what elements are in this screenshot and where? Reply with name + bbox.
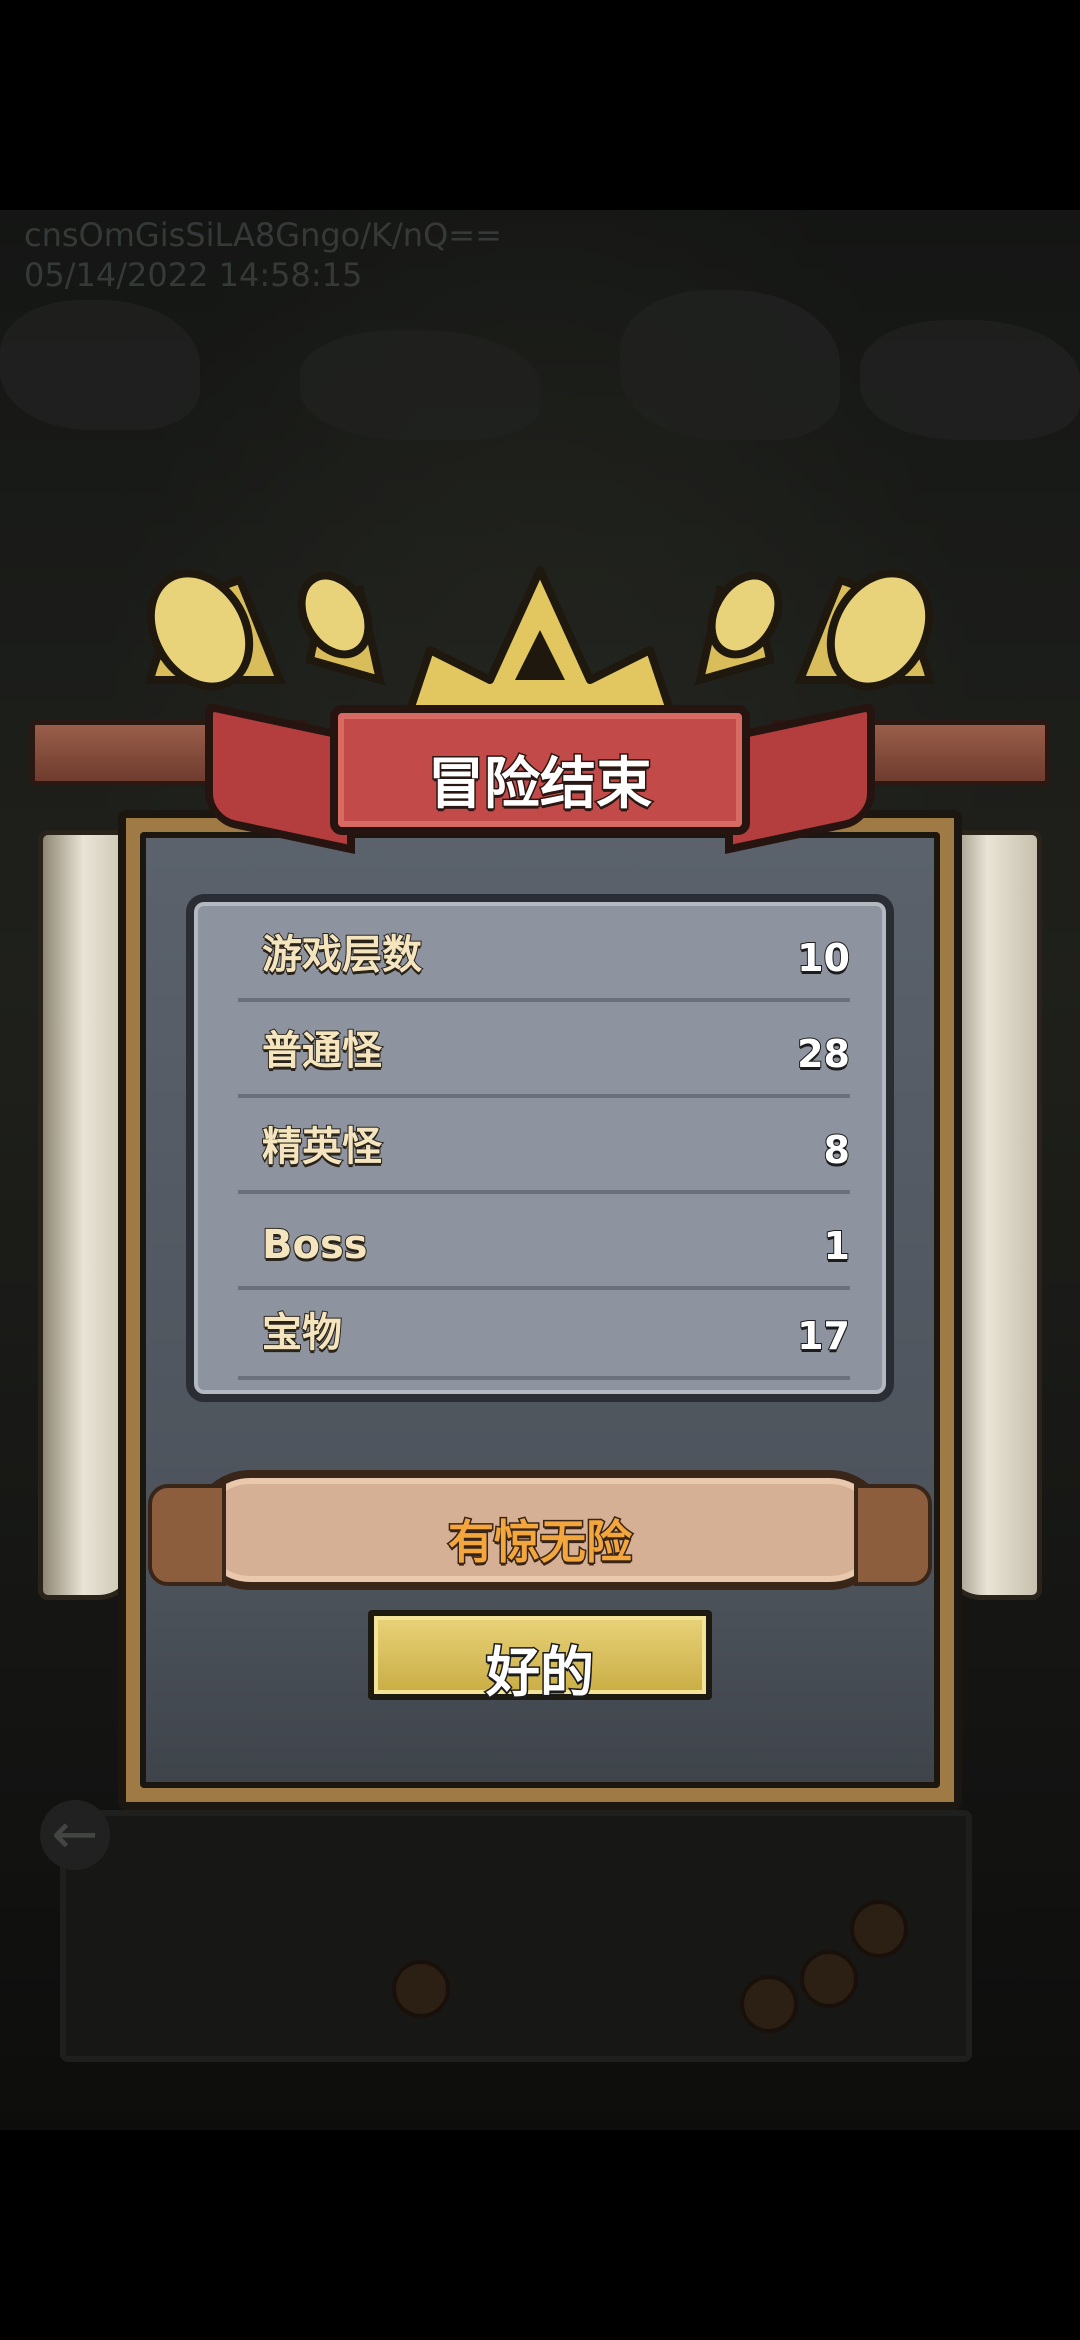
rating-banner: 有惊无险	[148, 1470, 932, 1590]
stat-value: 10	[796, 935, 851, 981]
ok-button[interactable]: 好的	[368, 1610, 712, 1706]
horn-icon	[144, 569, 286, 691]
stat-row-floors: 游戏层数 10	[238, 902, 851, 1002]
stat-value: 1	[823, 1223, 851, 1269]
stat-value: 28	[796, 1031, 851, 1077]
stat-label: 游戏层数	[261, 931, 423, 979]
stat-row-boss: Boss 1	[238, 1190, 851, 1290]
stats-panel: 游戏层数 10 普通怪 28 精英怪 8 Boss 1 宝物 17	[186, 894, 894, 1402]
stat-row-treasure: 宝物 17	[238, 1286, 851, 1380]
adventure-result-dialog: 游戏层数 10 普通怪 28 精英怪 8 Boss 1 宝物 17 有惊无险 好…	[0, 540, 1080, 1820]
horn-icon	[297, 571, 386, 686]
game-screen: ← cnsOmGisSiLA8Gngo/K/nQ== 05/14/2022 14…	[0, 0, 1080, 2340]
stat-value: 8	[823, 1127, 851, 1173]
stat-label: 精英怪	[261, 1123, 383, 1171]
horn-icon	[694, 571, 783, 686]
stat-label: Boss	[261, 1221, 369, 1269]
stat-value: 17	[796, 1313, 851, 1359]
dialog-title: 冒险结束	[427, 751, 654, 819]
horn-icon	[794, 569, 936, 691]
stat-row-normal-monsters: 普通怪 28	[238, 998, 851, 1098]
ok-button-label: 好的	[485, 1640, 596, 1706]
stat-label: 宝物	[261, 1309, 343, 1357]
stat-row-elite-monsters: 精英怪 8	[238, 1094, 851, 1194]
rating-text: 有惊无险	[447, 1514, 634, 1571]
title-ribbon: 冒险结束	[330, 705, 750, 835]
stat-label: 普通怪	[261, 1027, 383, 1075]
